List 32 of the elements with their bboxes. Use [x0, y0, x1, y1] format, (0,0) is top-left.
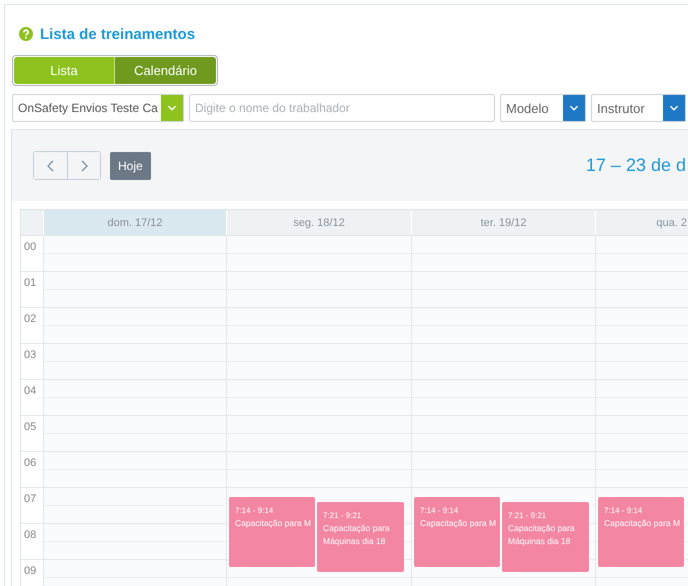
chevron-left-icon — [46, 160, 56, 172]
next-button[interactable] — [67, 152, 100, 179]
event-time: 7:21 - 9:21 — [323, 510, 362, 520]
model-select[interactable]: Modelo — [500, 94, 586, 122]
date-range-title: 17 – 23 de d — [586, 155, 687, 176]
event-time: 7:14 - 9:14 — [420, 506, 460, 516]
company-select[interactable]: OnSafety Envios Teste Ca — [12, 94, 184, 122]
day-header: seg. 18/12 — [226, 210, 411, 235]
day-header: qua. 2 — [595, 210, 688, 235]
worker-search-field[interactable]: Digite o nome do trabalhador — [189, 94, 495, 122]
event-title: Capacitação para Máquinas dia 18 — [508, 522, 576, 548]
day-header: ter. 19/12 — [411, 210, 595, 235]
event-card[interactable]: 7:14 - 9:14 Capacitação para M — [413, 496, 501, 568]
chevron-right-icon — [79, 160, 89, 172]
event-title: Capacitação para Máquinas dia 18 — [323, 522, 391, 548]
view-tab[interactable]: Calendário — [115, 57, 216, 84]
view-tab[interactable]: Lista — [14, 57, 115, 84]
help-icon[interactable] — [19, 27, 33, 41]
event-time: 7:21 - 9:21 — [508, 510, 548, 520]
event-time: 7:14 - 9:14 — [604, 506, 644, 516]
event-card[interactable]: 7:14 - 9:14 Capacitação para M — [228, 496, 316, 568]
day-header: dom. 17/12 — [43, 210, 226, 235]
event-title: Capacitação para M — [235, 517, 310, 530]
instructor-select[interactable]: Instrutor — [591, 94, 686, 122]
event-time: 7:14 - 9:14 — [235, 506, 274, 516]
today-button[interactable]: Hoje — [110, 152, 151, 180]
event-card[interactable]: 7:14 - 9:14 Capacitação para M — [597, 496, 685, 568]
page-title: Lista de treinamentos — [40, 26, 196, 42]
event-card[interactable]: 7:21 - 9:21 Capacitação para Máquinas dia 18 — [501, 500, 590, 573]
event-title: Capacitação para M — [604, 517, 679, 530]
event-title: Capacitação para M — [420, 517, 495, 530]
event-card[interactable]: 7:21 - 9:21 Capacitação para Máquinas dia 18 — [316, 500, 405, 573]
